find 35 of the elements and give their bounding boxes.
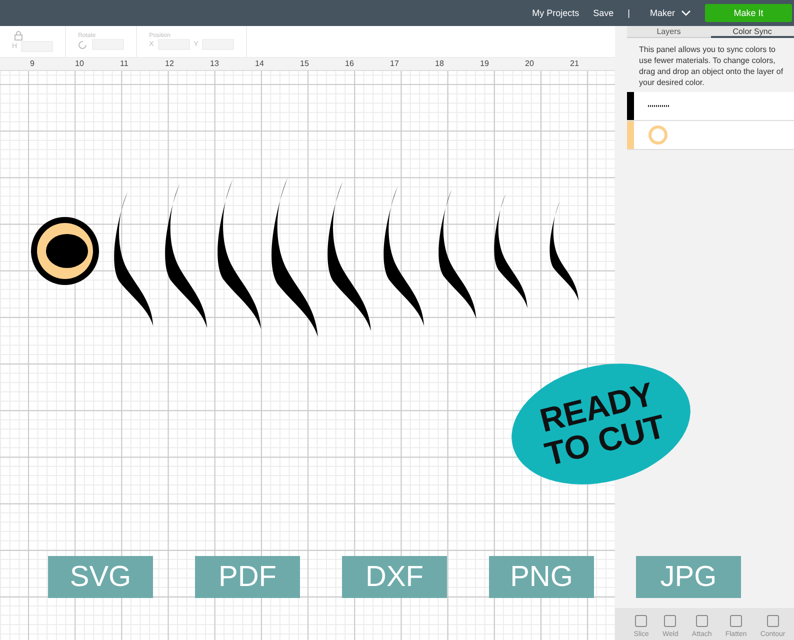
ruler-number: 15 [300,58,310,70]
ruler-number: 14 [255,58,265,70]
machine-dropdown[interactable]: Maker [650,8,691,18]
make-it-button[interactable]: Make It [705,4,792,22]
color-layer[interactable] [627,92,794,121]
top-bar-link[interactable]: Save [593,8,614,18]
panel-tab[interactable]: Layers [627,26,710,38]
file-format-label: PNG [489,556,594,598]
ruler-number: 21 [570,58,580,70]
separator-text: | [628,8,630,18]
ruler-number: 11 [120,58,130,70]
chevron-down-icon [681,10,691,16]
file-format-label: JPG [636,556,741,598]
panel-description: This panel allows you to sync colors to use fewer materials. To change colors, drag and drop an object onto the layer of your desired color. [639,44,784,88]
ring-icon [31,217,99,285]
ruler-number: 9 [30,58,36,70]
ruler-number: 10 [75,58,85,70]
file-format-label: PDF [195,556,300,598]
rotate-icon [78,40,88,50]
height-field[interactable] [21,41,54,52]
ruler-number: 19 [480,58,490,70]
ruler-number: 18 [435,58,445,70]
ring-thumbnail-icon [648,125,668,145]
top-bar-link[interactable]: My Projects [532,8,580,18]
ruler-number: 13 [210,58,220,70]
color-layer[interactable] [627,121,794,150]
panel-tab[interactable]: Color Sync [710,26,794,38]
file-format-label: SVG [48,556,153,598]
strokes-thumbnail-icon [648,104,670,108]
ruler-number: 12 [165,58,175,70]
ruler-number: 17 [390,58,400,70]
file-format-label: DXF [342,556,447,598]
ruler-number: 16 [345,58,355,70]
lock-icon[interactable] [14,31,23,41]
ruler-number: 20 [525,58,535,70]
